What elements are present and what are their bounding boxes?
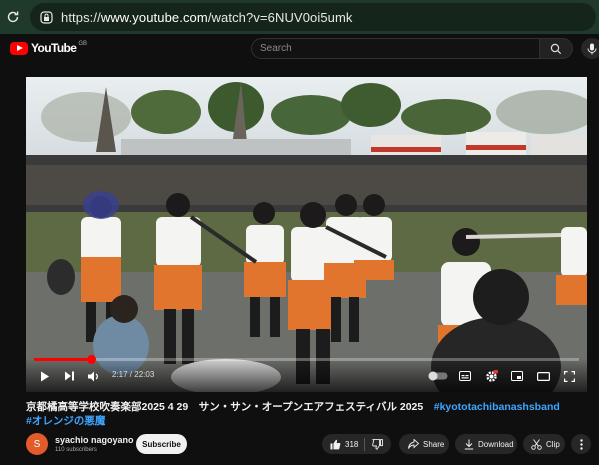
- youtube-play-icon: [10, 41, 28, 55]
- search-box: [251, 38, 540, 59]
- search-button[interactable]: [540, 38, 573, 59]
- clip-label: Clip: [546, 439, 560, 449]
- current-time: 2:17: [112, 370, 128, 379]
- clip-button[interactable]: Clip: [523, 434, 565, 454]
- thumbs-down-icon: [372, 438, 384, 450]
- like-divider: [364, 437, 366, 451]
- logo-text: YouTube: [31, 41, 77, 55]
- download-label: Download: [478, 439, 514, 449]
- subtitles-button[interactable]: [456, 366, 474, 386]
- time-display: 2:17 / 22:03: [112, 370, 155, 379]
- channel-avatar[interactable]: S: [26, 433, 48, 455]
- settings-button[interactable]: [482, 366, 500, 386]
- gear-icon: [485, 369, 498, 382]
- download-button[interactable]: Download: [455, 434, 517, 454]
- fullscreen-button[interactable]: [560, 366, 578, 386]
- play-button[interactable]: [36, 366, 54, 386]
- youtube-logo[interactable]: YouTube GB: [10, 41, 87, 55]
- search-icon: [550, 43, 562, 54]
- thumbs-up-icon: [330, 439, 341, 449]
- browser-toolbar: https://www.youtube.com/watch?v=6NUV0oi5…: [0, 0, 599, 34]
- youtube-header: YouTube GB: [0, 34, 599, 76]
- autoplay-toggle[interactable]: [426, 366, 450, 386]
- microphone-icon: [587, 43, 597, 54]
- play-icon: [41, 371, 49, 381]
- player-controls: 2:17 / 22:03: [26, 355, 587, 392]
- next-button[interactable]: [60, 366, 78, 386]
- channel-row: S syachio nagoyano 110 subscribers Subsc…: [26, 432, 591, 458]
- progress-played: [34, 358, 91, 361]
- more-icon: [579, 438, 583, 450]
- url-text: https://www.youtube.com/watch?v=6NUV0oi5…: [61, 10, 353, 25]
- site-info-icon[interactable]: [40, 10, 53, 24]
- search-input[interactable]: [260, 43, 539, 54]
- subscribe-button[interactable]: Subscribe: [136, 434, 187, 454]
- progress-bar[interactable]: [34, 355, 579, 364]
- logo-country-code: GB: [78, 41, 88, 47]
- mute-button[interactable]: [84, 366, 102, 386]
- channel-name[interactable]: syachio nagoyano: [55, 435, 134, 445]
- reload-icon: [7, 11, 19, 23]
- volume-icon: [87, 371, 98, 381]
- like-count: 318: [345, 439, 359, 449]
- duration: 22:03: [134, 370, 155, 379]
- share-button[interactable]: Share: [399, 434, 449, 454]
- like-button[interactable]: 318: [330, 439, 358, 450]
- more-actions-button[interactable]: [571, 434, 591, 454]
- miniplayer-button[interactable]: [508, 366, 526, 386]
- video-frame-image: [26, 77, 587, 392]
- theater-mode-icon: [536, 371, 550, 381]
- miniplayer-icon: [511, 371, 523, 381]
- share-label: Share: [423, 439, 445, 449]
- fullscreen-icon: [563, 370, 575, 382]
- video-title: 京都橘高等学校吹奏楽部2025 4 29 サン・サン・オープンエアフェスティバル…: [26, 400, 586, 428]
- url-host: www.youtube.com: [100, 9, 208, 25]
- video-player[interactable]: 2:17 / 22:03: [26, 77, 587, 392]
- subtitles-icon: [459, 371, 471, 381]
- scrubber-handle[interactable]: [86, 355, 96, 364]
- theater-mode-button[interactable]: [534, 366, 552, 386]
- next-icon: [64, 371, 74, 381]
- share-icon: [408, 439, 419, 449]
- hashtag-link[interactable]: #kyototachibanashsband: [434, 401, 560, 413]
- url-scheme: https://: [61, 9, 101, 25]
- video-title-text: 京都橘高等学校吹奏楽部2025 4 29 サン・サン・オープンエアフェスティバル…: [26, 401, 434, 413]
- voice-search-button[interactable]: [581, 38, 599, 59]
- reload-button[interactable]: [0, 0, 26, 34]
- download-icon: [464, 439, 474, 449]
- like-dislike-group: 318: [322, 434, 391, 454]
- address-bar[interactable]: https://www.youtube.com/watch?v=6NUV0oi5…: [30, 3, 596, 31]
- scissors-icon: [531, 438, 542, 450]
- autoplay-toggle-icon: [428, 371, 448, 381]
- dislike-button[interactable]: [372, 438, 384, 450]
- subscriber-count: 110 subscribers: [55, 447, 97, 453]
- url-path: /watch?v=6NUV0oi5umk: [207, 9, 353, 25]
- hashtag-link[interactable]: #オレンジの悪魔: [26, 415, 105, 427]
